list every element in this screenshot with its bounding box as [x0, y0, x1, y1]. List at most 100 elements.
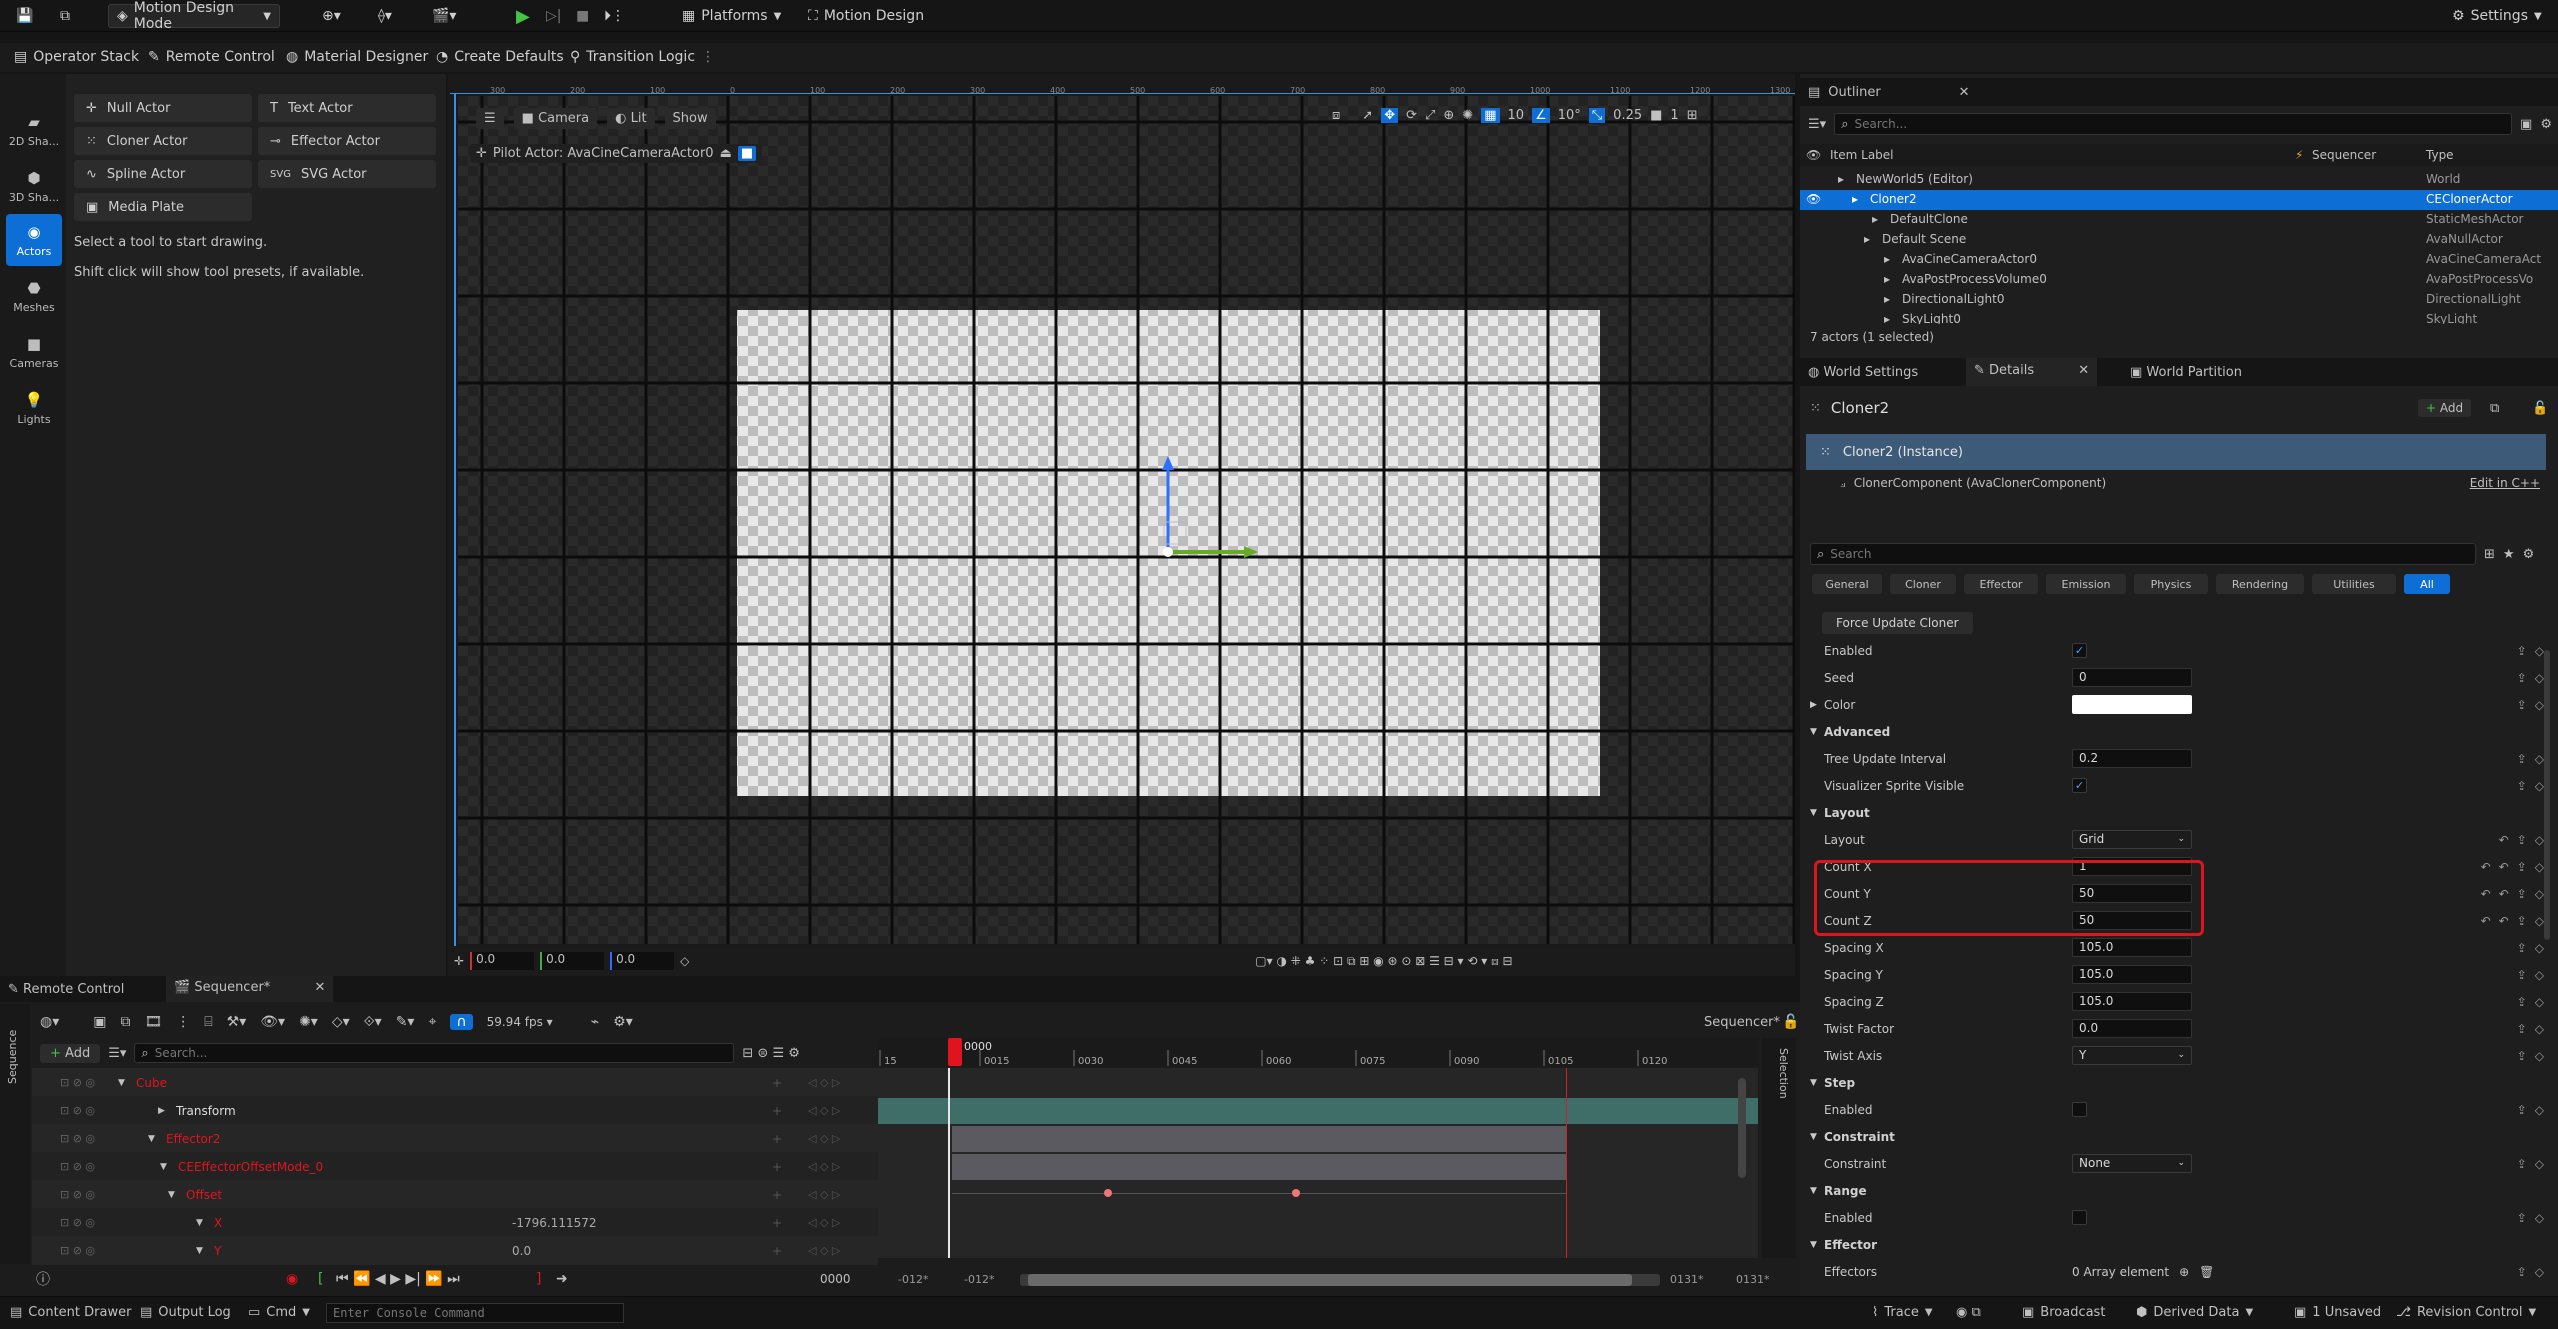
expose-icon[interactable]: ⇪ — [2517, 671, 2527, 685]
reset-icon[interactable]: ↶ — [2499, 860, 2509, 874]
reset-icon[interactable]: ↶ — [2499, 887, 2509, 901]
keyframe-icon[interactable]: ◇ — [2535, 887, 2544, 901]
expose-icon[interactable]: ⇪ — [2517, 1103, 2527, 1117]
reset-icon[interactable]: ↶ — [2481, 860, 2491, 874]
outliner-row[interactable]: 👁 ▸ Cloner2 CEClonerActor — [1800, 190, 2558, 210]
bottom-tools-icon[interactable]: ▢▾ ◑ ⁜ ♣ ⁘ ⊡ ⧉ ⊞ ◉ ⊛ ⊙ ⊠ ☰ ⊟ ▾ ⟲ ▾ ⧈ ⊟ — [1255, 954, 1512, 969]
end-bracket-icon[interactable]: ] — [536, 1271, 541, 1287]
range-enabled-checkbox[interactable] — [2072, 1210, 2087, 1225]
chevron-down-icon[interactable]: ▼ — [1810, 1240, 1817, 1250]
expose-icon[interactable]: ⇪ — [2517, 1157, 2527, 1171]
range-scroll-thumb[interactable] — [1028, 1274, 1632, 1286]
section-label[interactable]: Layout — [1824, 806, 1870, 820]
svg-actor-tool[interactable]: SVG SVG Actor — [258, 160, 436, 188]
snap-magnet-icon[interactable]: ∩ — [450, 1014, 473, 1030]
keyframe-icon[interactable]: ◇ — [2535, 1103, 2544, 1117]
category-physics[interactable]: Physics — [2134, 574, 2208, 594]
chevron-down-icon[interactable]: ▼ — [1810, 808, 1817, 818]
viewport-canvas[interactable] — [458, 96, 1795, 944]
create-defaults-button[interactable]: ◔ Create Defaults — [436, 46, 564, 68]
reset-icon[interactable]: ↶ — [2481, 914, 2491, 928]
graph-icon[interactable]: ⌁ — [591, 1014, 599, 1030]
track-lock-icon[interactable]: ⊡ ⊘ ◎ — [60, 1076, 95, 1089]
keyframe-icon[interactable]: ◇ — [2535, 860, 2544, 874]
edit-icon[interactable]: ✎▾ — [396, 1014, 415, 1030]
section-label[interactable]: Constraint — [1824, 1130, 1895, 1144]
play-icon[interactable]: ▶ — [508, 4, 538, 28]
camera-button[interactable]: ■ Camera — [513, 108, 598, 129]
motion-design-button[interactable]: ⛶ Motion Design — [800, 4, 932, 28]
lock-icon[interactable]: 🔓 — [2532, 401, 2548, 416]
keyframe-icon[interactable]: ◇ — [2535, 1022, 2544, 1036]
force-update-cloner-button[interactable]: Force Update Cloner — [1822, 612, 1973, 634]
collapse-icon[interactable]: ⊟ ⊜ ☰ ⚙ — [742, 1046, 800, 1061]
keyframe-icon[interactable]: ◇ — [2535, 752, 2544, 766]
category-3d-shapes[interactable]: ⬢ 3D Sha... — [6, 160, 62, 212]
vis-sprite-checkbox[interactable]: ✓ — [2072, 778, 2087, 793]
range-end-field[interactable]: 0131* — [1736, 1273, 1770, 1286]
realtime-icon[interactable]: ⧈ — [1332, 108, 1340, 123]
record-status-icon[interactable]: ◉ ⧉ — [1956, 1305, 1981, 1320]
outliner-row[interactable]: ▸ NewWorld5 (Editor) World — [1800, 170, 2558, 190]
platforms-button[interactable]: ▦ Platforms ▼ — [674, 4, 789, 28]
keyframe-icon[interactable]: ◇ — [680, 954, 689, 968]
spacing-y-field[interactable]: 105.0 — [2072, 965, 2192, 984]
derived-data-button[interactable]: ⬢ Derived Data ▼ — [2136, 1305, 2253, 1320]
keyframe-icon[interactable]: ◇ — [2535, 914, 2544, 928]
expose-icon[interactable]: ⇪ — [2517, 941, 2527, 955]
expose-icon[interactable]: ⇪ — [2517, 752, 2527, 766]
component-row[interactable]: ⟓ ClonerComponent (AvaClonerComponent) E… — [1806, 472, 2546, 494]
track-row[interactable]: ⊡ ⊘ ◎ ▼ Cube + ◁ ◇ ▷ — [32, 1068, 878, 1097]
edit-cpp-link[interactable]: Edit in C++ — [2470, 476, 2540, 490]
reset-icon[interactable]: ↶ — [2499, 833, 2509, 847]
outliner-row[interactable]: ▸ AvaPostProcessVolume0 AvaPostProcessVo — [1800, 270, 2558, 290]
settings-gear-icon[interactable]: ⚙▾ — [613, 1014, 633, 1030]
details-search-input[interactable] — [1830, 547, 1981, 561]
range-start-field[interactable]: -012* — [898, 1273, 928, 1286]
track-lock-icon[interactable]: ⊡ ⊘ ◎ — [60, 1104, 95, 1117]
text-actor-tool[interactable]: T Text Actor — [258, 94, 436, 122]
layout-icon[interactable]: ⊞ — [1687, 108, 1698, 123]
fps-dropdown[interactable]: 59.94 fps ▾ — [487, 1015, 553, 1029]
add-key-icon[interactable]: + — [772, 1104, 782, 1118]
material-designer-button[interactable]: ◍ Material Designer — [286, 46, 428, 68]
save-icon[interactable]: ▣ — [93, 1014, 106, 1030]
rotation-snap-icon[interactable]: ∠ — [1532, 108, 1550, 123]
key-interp-icon[interactable]: ⟐▾ — [364, 1014, 382, 1030]
start-bracket-icon[interactable]: [ — [318, 1271, 323, 1287]
sequencer-tab[interactable]: 🎬 Sequencer* ✕ — [166, 976, 334, 1002]
actions-icon[interactable]: ⋮ — [176, 1014, 190, 1030]
info-icon[interactable]: ⓘ — [36, 1269, 50, 1289]
add-key-icon[interactable]: + — [772, 1132, 782, 1146]
color-swatch[interactable] — [2072, 695, 2192, 714]
transition-logic-button[interactable]: ⚲ Transition Logic ⋮ — [570, 46, 715, 68]
track-lock-icon[interactable]: ⊡ ⊘ ◎ — [60, 1216, 95, 1229]
world-partition-tab[interactable]: ▣ World Partition — [2130, 365, 2242, 380]
eye-icon[interactable]: 👁 — [1806, 192, 1821, 206]
chevron-down-icon[interactable]: ▼ — [1810, 1132, 1817, 1142]
track-row[interactable]: ⊡ ⊘ ◎ ▼ CEEffectorOffsetMode_0 + ◁ ◇ ▷ — [32, 1152, 878, 1181]
section-label[interactable]: Effector — [1824, 1238, 1877, 1252]
rotate-icon[interactable]: ⟳ — [1406, 108, 1417, 123]
track-search[interactable]: ⌕ — [134, 1043, 735, 1063]
time-ruler[interactable]: 15 0015 0030 0045 0060 0075 0090 0105 0120 — [878, 1038, 1758, 1067]
timeline-scrollbar[interactable] — [1738, 1078, 1746, 1178]
spacing-z-field[interactable]: 105.0 — [2072, 992, 2192, 1011]
add-folder-icon[interactable]: ▣ — [2520, 117, 2532, 132]
cloner-actor-tool[interactable]: ⁙ Cloner Actor — [74, 127, 252, 155]
render-icon[interactable]: 🎞 — [144, 1014, 162, 1030]
camera-speed-value[interactable]: 1 — [1670, 108, 1678, 123]
expand-chevron-icon[interactable]: ▼ — [196, 1246, 203, 1256]
expose-icon[interactable]: ⇪ — [2517, 833, 2527, 847]
track-lock-icon[interactable]: ⊡ ⊘ ◎ — [60, 1160, 95, 1173]
filter-icon[interactable]: ☰▾ — [1808, 117, 1826, 132]
close-icon[interactable]: ✕ — [2078, 363, 2089, 378]
keyframe-icon[interactable]: ◇ — [2535, 833, 2544, 847]
add-key-icon[interactable]: + — [772, 1076, 782, 1090]
revision-control-button[interactable]: ⎇ Revision Control ▼ — [2396, 1305, 2536, 1320]
expose-icon[interactable]: ⇪ — [2517, 995, 2527, 1009]
coord-z-field[interactable]: 0.0 — [610, 952, 675, 970]
offset-section-bar[interactable] — [952, 1154, 1566, 1180]
expand-chevron-icon[interactable]: ▼ — [168, 1190, 175, 1200]
remote-control-tab[interactable]: ✎ Remote Control — [8, 982, 124, 997]
